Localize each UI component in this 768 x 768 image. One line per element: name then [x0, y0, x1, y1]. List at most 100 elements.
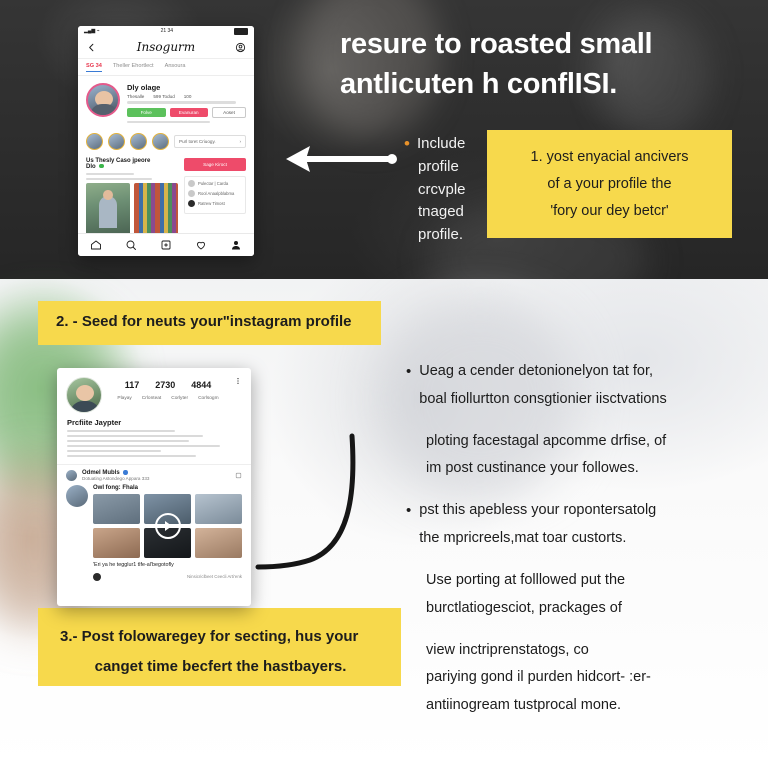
stat-values: 117 2730 4844: [110, 380, 226, 390]
side-card-row[interactable]: Pulectar | Carda: [188, 179, 242, 187]
right-b4-line-2: burctlatiogesciot, prackages of: [426, 599, 622, 616]
side-row-label: Ratrew Timost: [198, 200, 225, 206]
grid-photo[interactable]: [93, 527, 140, 558]
side-cta-button[interactable]: Sage Kiroct: [184, 157, 246, 171]
bullet-dot-icon: •: [404, 134, 410, 153]
avatar[interactable]: [66, 377, 102, 413]
right-b1-line-2: boal fiollurtton consgtionier iisctvatio…: [419, 390, 667, 407]
battery-icon: [234, 27, 248, 35]
right-bullet-2: • pst this apebless your ropontersatolg …: [406, 497, 756, 553]
right-b1-line-1: Ueag a cender detonionelyon tat for,: [419, 363, 654, 379]
grid-photo[interactable]: [93, 493, 140, 524]
callout-1-line-3: 'fory our dey betcr': [550, 202, 669, 219]
grid-photo[interactable]: [195, 493, 242, 524]
tab-accounts[interactable]: Ansoura: [165, 63, 186, 72]
back-arrow-icon[interactable]: [86, 42, 97, 53]
tab-reels[interactable]: Theller Ehortlect: [113, 63, 154, 72]
stat-label-0: Playay: [117, 396, 132, 401]
instagram-profile-screenshot-1: ▂▄▆ ⌁ 21 34 Insogurm SG 34 Theller Ehort…: [78, 26, 254, 256]
page-title: resure to roasted small antlicuten h con…: [340, 24, 760, 104]
feed-subtitle: Dlo: [86, 163, 96, 170]
callout-box-2: 2. - Seed for neuts your"instagram profi…: [38, 301, 381, 345]
tab-bar: SG 34 Theller Ehortlect Ansoura: [78, 59, 254, 76]
dark-bullet-line-3: crcvple: [418, 180, 466, 198]
photo-row: [86, 183, 178, 236]
chevron-right-icon: ›: [239, 138, 241, 144]
play-button-icon[interactable]: [154, 512, 181, 539]
category-pill-button[interactable]: Purl toret Criuogy. ›: [174, 134, 246, 148]
right-bullet-1: • Ueag a cender detonionelyon tat for, b…: [406, 358, 756, 414]
tab-posts[interactable]: SG 34: [86, 63, 102, 72]
side-card-row[interactable]: Ratrew Timost: [188, 199, 242, 207]
home-icon[interactable]: [90, 239, 102, 251]
feed-section: Us Thesly Caso jpeore Dlo Sage Kiroct Pu…: [78, 155, 254, 236]
feed-text-line: [86, 177, 153, 181]
right-b5-line-2: pariying gond il purden hidcort- :er-: [426, 669, 651, 686]
story-highlight[interactable]: [130, 132, 147, 150]
stat-2: 100: [183, 94, 192, 99]
profile-stats: Thesalle 599 Todud 100: [127, 94, 246, 99]
story-highlight[interactable]: [108, 132, 125, 150]
more-dropdown[interactable]: Aoset: [212, 106, 246, 118]
avatar[interactable]: [66, 469, 77, 481]
profile-header: 117 2730 4844 Playay Crlonteat Corlyter …: [57, 368, 251, 418]
callout-3-line-2: canget time becfert the hastbayers.: [94, 658, 347, 675]
search-icon[interactable]: [125, 239, 137, 251]
stat-0: Thesalle: [127, 94, 145, 99]
post-card: Odmel Mubls Dotuating Astondego Appara 3…: [57, 463, 251, 581]
status-bar: ▂▄▆ ⌁ 21 34: [78, 26, 254, 36]
curved-connector-line: [252, 428, 382, 588]
story-highlight[interactable]: [152, 132, 169, 150]
bullet-dot-icon: •: [406, 363, 412, 380]
add-post-icon[interactable]: [160, 239, 172, 251]
thumbnail-icon: [188, 199, 195, 207]
profile-actions: Folve Evanuran Aoset: [127, 106, 246, 118]
post-caption: 'Eri ya he tegglur1 tlfe-al'begotofly: [93, 561, 174, 568]
account-circle-icon[interactable]: [235, 42, 246, 53]
story-highlight[interactable]: [86, 132, 103, 150]
signal-icon: ▂▄▆ ⌁: [84, 28, 100, 34]
poster-canvas: resure to roasted small antlicuten h con…: [0, 0, 768, 768]
profile-icon[interactable]: [230, 239, 242, 251]
right-paragraph-5: view inctriprenstatogs, co pariying gond…: [426, 637, 756, 720]
feed-photo[interactable]: [134, 183, 178, 236]
callout-3-line-1: 3.- Post folowaregey for secting, hus yo…: [60, 628, 359, 645]
headline-line-2: antlicuten h conflISI.: [340, 68, 617, 101]
side-card: Pulectar | Carda Rool Anaalpblabma Ratre…: [184, 175, 246, 214]
bullet-dot-icon: •: [406, 502, 412, 520]
check-icon: [188, 179, 195, 187]
follow-button[interactable]: Folve: [127, 107, 166, 117]
grid-photo[interactable]: [195, 527, 242, 558]
stat-label-2: Corlyter: [171, 396, 189, 401]
stat-labels: Playay Crlonteat Corlyter Corlsogm: [110, 396, 226, 401]
side-card-row[interactable]: Rool Anaalpblabma: [188, 189, 242, 197]
bio-line: [67, 439, 189, 443]
avatar[interactable]: [86, 83, 120, 117]
stat-following: 4844: [191, 380, 212, 390]
pointer-arrow: [278, 138, 400, 180]
avatar[interactable]: [66, 484, 88, 507]
headline-line-1: resure to roasted small: [340, 28, 653, 60]
instagram-profile-screenshot-2: 117 2730 4844 Playay Crlonteat Corlyter …: [57, 368, 251, 606]
right-paragraph-block: • Ueag a cender detonionelyon tat for, b…: [406, 358, 756, 722]
message-button[interactable]: Evanuran: [169, 107, 208, 117]
feed-photo[interactable]: [86, 183, 130, 236]
dark-bullet-line-5: profile.: [418, 226, 464, 244]
bio-line: [67, 449, 161, 453]
profile-row: Dly olage Thesalle 599 Todud 100 Folve E…: [78, 76, 254, 130]
arrow-left-icon: [286, 146, 397, 172]
right-paragraph-4: Use porting at folllowed put the burctla…: [426, 567, 756, 623]
app-header: Insogurm: [78, 36, 254, 59]
bio-line: [67, 454, 196, 458]
post-title: Owl fong: Fhala: [93, 484, 138, 491]
right-b3-line-2: the mpricreels,mat toar custorts.: [419, 530, 627, 547]
stat-label-1: Crlonteat: [141, 396, 162, 401]
dark-bullet-line-1: Include: [416, 135, 466, 152]
bio-title: Prcfiite Jaypter: [67, 418, 122, 427]
post-header: Odmel Mubls Dotuating Astondego Appara 3…: [66, 469, 242, 481]
profile-name: Dly olage: [127, 83, 161, 92]
right-b3-line-1: pst this apebless your ropontersatolg: [419, 502, 657, 519]
more-options-icon[interactable]: [234, 377, 242, 385]
expand-icon[interactable]: [235, 472, 242, 479]
heart-icon[interactable]: [195, 239, 207, 251]
